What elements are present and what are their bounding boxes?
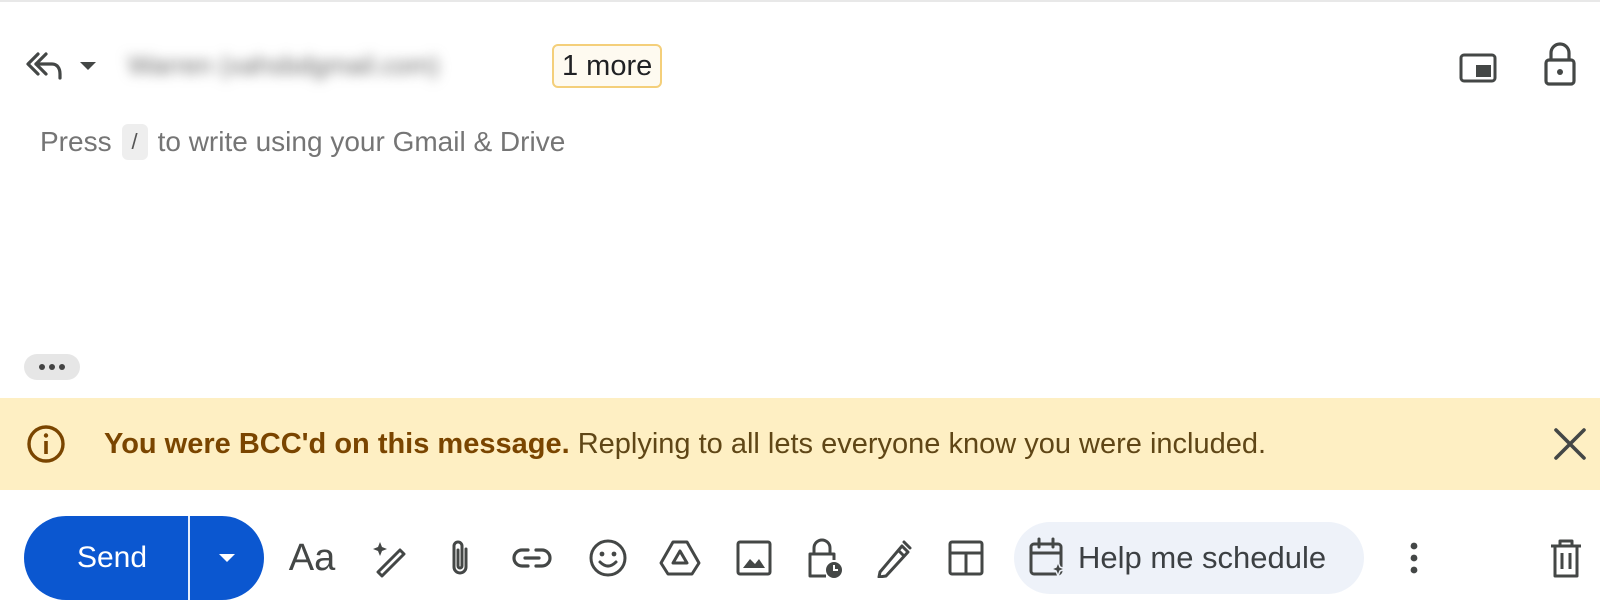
reply-all-icon <box>24 48 64 84</box>
trash-icon[interactable] <box>1548 536 1584 580</box>
confidential-mode-icon[interactable] <box>800 534 848 582</box>
slash-key-hint: / <box>121 124 148 160</box>
dot <box>39 364 45 370</box>
drive-icon[interactable] <box>656 534 704 582</box>
link-icon[interactable] <box>508 534 556 582</box>
send-button[interactable]: Send <box>24 516 188 600</box>
formatting-options-icon: Aa <box>288 536 336 579</box>
magic-write-icon[interactable] <box>366 534 414 582</box>
photo-icon[interactable] <box>730 534 778 582</box>
send-options-button[interactable] <box>190 516 264 600</box>
signature-icon[interactable] <box>870 534 918 582</box>
calendar-sparkle-icon <box>1029 537 1068 579</box>
send-button-group: Send <box>24 516 264 600</box>
banner-detail-text: Replying to all lets everyone know you w… <box>577 428 1267 460</box>
placeholder-text-start: Press <box>40 126 112 157</box>
dot <box>59 364 65 370</box>
reply-type-menu[interactable] <box>24 44 98 88</box>
layouts-icon[interactable] <box>942 534 990 582</box>
help-me-schedule-button[interactable]: Help me schedule <box>1014 522 1364 594</box>
bcc-warning-banner: You were BCC'd on this message. Replying… <box>0 398 1600 490</box>
compose-body[interactable]: Press / to write using your Gmail & Driv… <box>40 124 565 160</box>
formatting-options-button[interactable]: Aa <box>288 534 336 582</box>
attach-icon[interactable] <box>436 534 484 582</box>
dot <box>49 364 55 370</box>
banner-message: You were BCC'd on this message. Replying… <box>104 422 1266 466</box>
info-icon <box>24 422 68 466</box>
compose-window: Warren (xahsbdgmail.com) 1 more Press / … <box>0 0 1600 609</box>
emoji-icon[interactable] <box>584 534 632 582</box>
recipient-chip[interactable]: Warren (xahsbdgmail.com) <box>128 50 536 80</box>
more-recipients-chip[interactable]: 1 more <box>552 44 663 88</box>
pop-out-icon[interactable] <box>1456 46 1500 90</box>
send-divider <box>188 516 190 600</box>
more-vert-icon[interactable] <box>1394 536 1434 580</box>
lock-icon[interactable] <box>1540 40 1580 88</box>
banner-bold-text: You were BCC'd on this message. <box>104 428 570 460</box>
help-me-schedule-label: Help me schedule <box>1078 540 1327 575</box>
show-trimmed-content-button[interactable] <box>24 354 80 380</box>
caret-down-icon[interactable] <box>78 60 98 72</box>
placeholder-text-end: to write using your Gmail & Drive <box>157 126 566 157</box>
close-icon[interactable] <box>1546 420 1594 468</box>
caret-down-icon <box>219 554 235 562</box>
